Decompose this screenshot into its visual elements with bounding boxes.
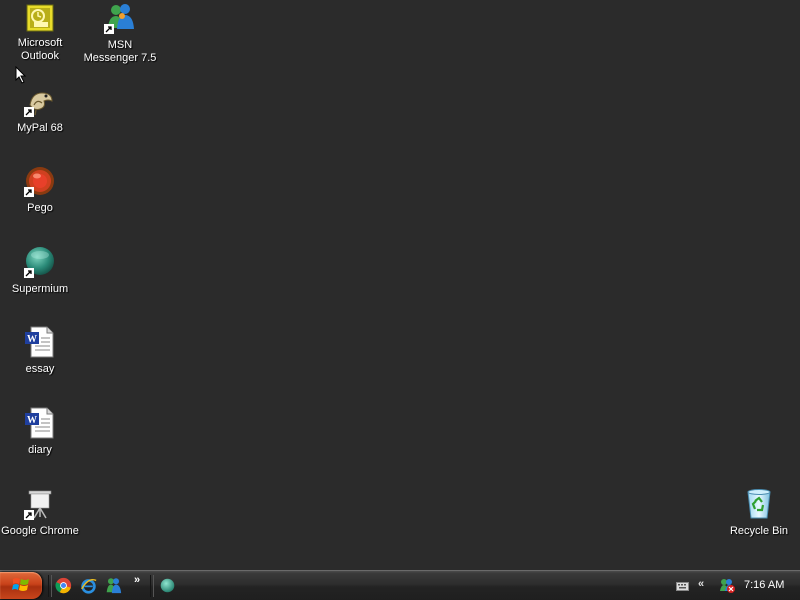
google-chrome-icon xyxy=(24,488,56,520)
desktop-icon-label: Recycle Bin xyxy=(729,525,789,537)
desktop-icon-google-chrome[interactable]: Google Chrome xyxy=(0,488,80,538)
svg-text:W: W xyxy=(27,334,37,345)
desktop-icon-essay[interactable]: W essay xyxy=(0,326,80,376)
desktop-icon-microsoft-outlook[interactable]: Microsoft Outlook xyxy=(0,4,80,63)
desktop-icon-label: Pego xyxy=(27,202,53,214)
shortcut-arrow-icon xyxy=(24,107,34,117)
mouse-pointer-icon xyxy=(15,66,27,84)
word-document-icon: W xyxy=(24,407,56,439)
desktop-icon-supermium[interactable]: Supermium xyxy=(0,246,80,296)
taskbar: » « 7:16 AM xyxy=(0,570,800,600)
desktop-icon-msn-messenger[interactable]: MSN Messenger 7.5 xyxy=(80,2,160,65)
supermium-icon xyxy=(24,246,56,278)
clock[interactable]: 7:16 AM xyxy=(744,579,784,591)
desktop-icon-recycle-bin[interactable]: Recycle Bin xyxy=(719,488,799,538)
desktop-icon-label: MyPal 68 xyxy=(17,122,63,134)
windows-logo-icon xyxy=(12,578,29,591)
desktop-icon-label: essay xyxy=(25,363,55,375)
desktop-icon-label: MSN Messenger 7.5 xyxy=(83,39,157,64)
show-hidden-icons-button[interactable]: « xyxy=(698,578,704,590)
desktop-icon-label: Microsoft Outlook xyxy=(17,37,63,62)
network-status-icon[interactable] xyxy=(718,577,736,594)
desktop-icon-pego[interactable]: Pego xyxy=(0,165,80,215)
taskbar-separator xyxy=(150,575,154,597)
desktop-icon-label: Google Chrome xyxy=(1,525,79,537)
quick-launch-separator xyxy=(48,575,52,597)
mypal-icon xyxy=(24,85,56,117)
keyboard-icon[interactable] xyxy=(676,580,689,591)
start-button[interactable] xyxy=(0,572,42,599)
chrome-icon[interactable] xyxy=(55,577,72,594)
msn-messenger-icon xyxy=(104,2,136,34)
word-document-icon: W xyxy=(24,326,56,358)
shortcut-arrow-icon xyxy=(24,187,34,197)
recycle-bin-icon xyxy=(743,488,775,520)
desktop-icon-diary[interactable]: W diary xyxy=(0,407,80,457)
svg-text:W: W xyxy=(27,415,37,426)
desktop: Microsoft Outlook MSN Messenger 7.5 MyPa… xyxy=(0,0,800,570)
desktop-icon-mypal-68[interactable]: MyPal 68 xyxy=(0,85,80,135)
desktop-icon-label: Supermium xyxy=(11,283,69,295)
quick-launch-more-button[interactable]: » xyxy=(134,574,140,586)
supermium-task-icon[interactable] xyxy=(159,577,176,594)
system-tray: « 7:16 AM xyxy=(670,571,800,600)
shortcut-arrow-icon xyxy=(24,510,34,520)
internet-explorer-icon[interactable] xyxy=(80,577,97,594)
desktop-icon-label: diary xyxy=(28,444,52,456)
shortcut-arrow-icon xyxy=(104,24,114,34)
outlook-icon xyxy=(26,4,54,32)
pego-icon xyxy=(24,165,56,197)
shortcut-arrow-icon xyxy=(24,268,34,278)
msn-messenger-icon[interactable] xyxy=(105,577,122,594)
